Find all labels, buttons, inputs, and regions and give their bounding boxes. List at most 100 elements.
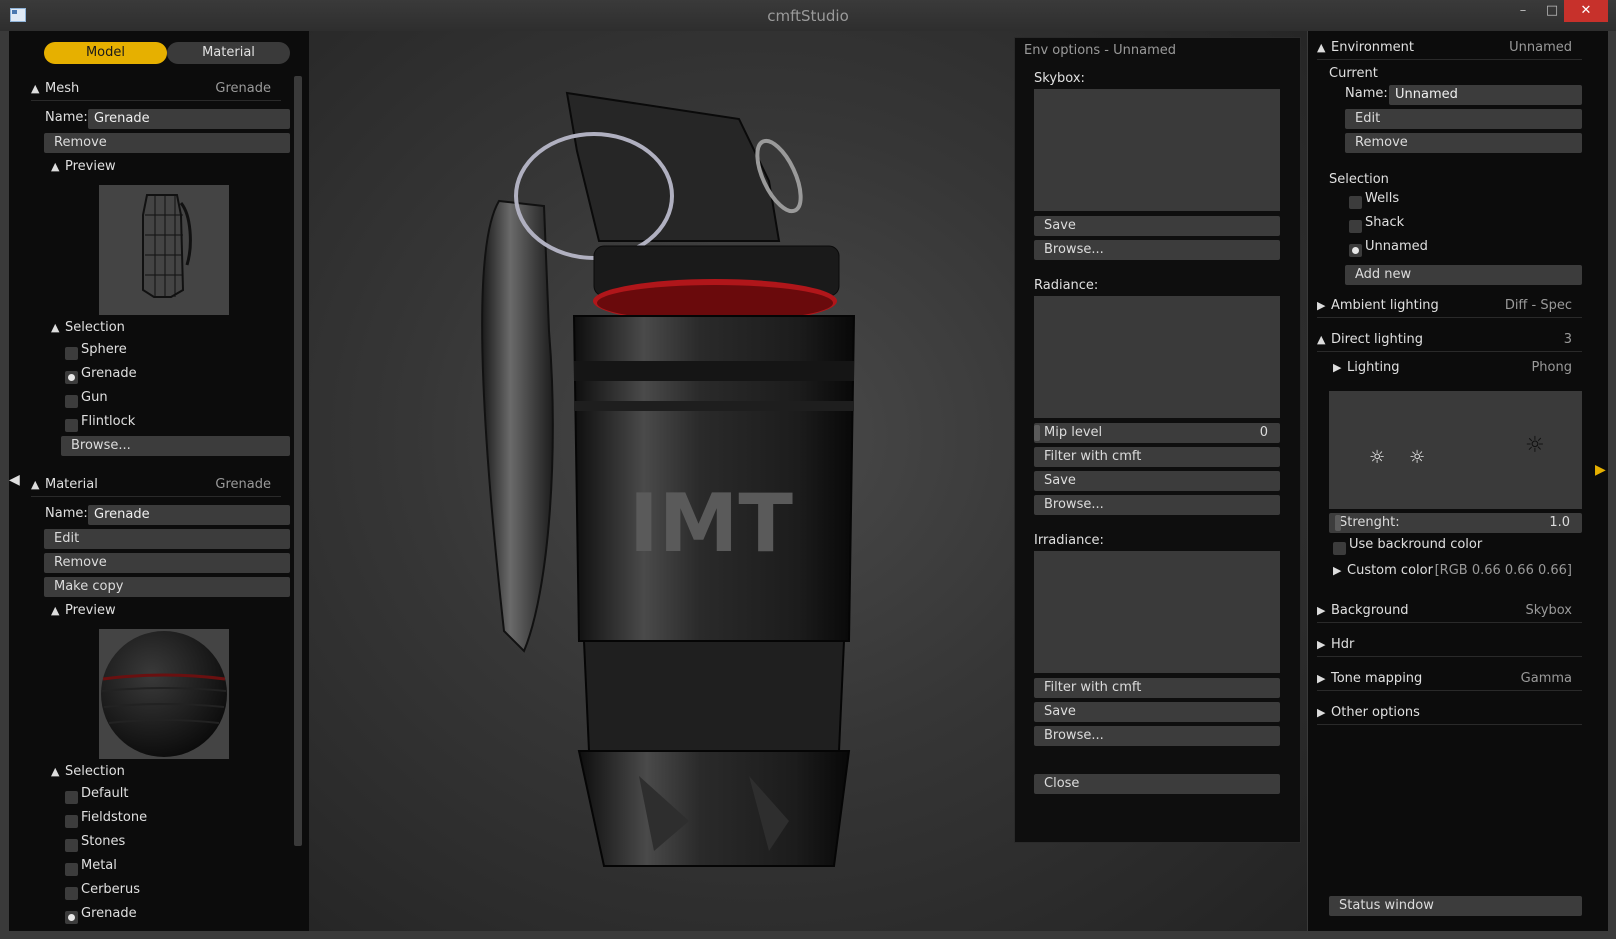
mip-level-value: 0 [1259, 425, 1268, 440]
ambient-lighting-header[interactable]: ▶ Ambient lighting Diff - Spec [1317, 295, 1582, 318]
expand-right-panel-arrow-icon[interactable]: ▶ [1595, 462, 1606, 478]
env-remove-button[interactable]: Remove [1345, 133, 1582, 153]
mesh-option-gun[interactable]: Gun [81, 388, 108, 408]
use-background-color-label[interactable]: Use backround color [1349, 535, 1482, 555]
mesh-header[interactable]: ▲ Mesh Grenade [31, 78, 281, 101]
material-option-cerberus[interactable]: Cerberus [81, 880, 140, 900]
light-placement-area[interactable]: ☼ ☼ ☼ [1329, 391, 1582, 509]
material-make-copy-button[interactable]: Make copy [44, 577, 290, 597]
material-option-default[interactable]: Default [81, 784, 129, 804]
radiance-preview [1034, 296, 1280, 418]
skybox-browse-button[interactable]: Browse... [1034, 240, 1280, 260]
status-window-button[interactable]: Status window [1329, 896, 1582, 916]
material-preview-label: Preview [65, 603, 116, 618]
lighting-value: Phong [1531, 360, 1572, 375]
other-options-header[interactable]: ▶ Other options [1317, 702, 1582, 725]
light-sun-icon[interactable]: ☼ [1369, 447, 1385, 468]
material-option-grenade[interactable]: Grenade [81, 904, 137, 924]
mesh-remove-button[interactable]: Remove [44, 133, 290, 153]
expand-triangle-icon: ▶ [1317, 604, 1326, 617]
direct-lighting-header[interactable]: ▲ Direct lighting 3 [1317, 329, 1582, 352]
material-option-metal[interactable]: Metal [81, 856, 117, 876]
irradiance-filter-button[interactable]: Filter with cmft [1034, 678, 1280, 698]
env-add-new-button[interactable]: Add new [1345, 265, 1582, 285]
material-option-grenade-checkbox[interactable] [65, 911, 78, 924]
material-option-stones-checkbox[interactable] [65, 839, 78, 852]
material-selection-header[interactable]: ▲ Selection [51, 762, 125, 782]
material-header[interactable]: ▲ Material Grenade [31, 474, 281, 497]
background-header[interactable]: ▶ Background Skybox [1317, 600, 1582, 623]
mesh-option-sphere[interactable]: Sphere [81, 340, 127, 360]
env-option-wells-checkbox[interactable] [1349, 196, 1362, 209]
lighting-label: Lighting [1347, 360, 1400, 375]
mesh-option-flintlock-checkbox[interactable] [65, 419, 78, 432]
env-option-wells[interactable]: Wells [1365, 189, 1399, 209]
material-option-metal-checkbox[interactable] [65, 863, 78, 876]
irradiance-save-button[interactable]: Save [1034, 702, 1280, 722]
radiance-save-button[interactable]: Save [1034, 471, 1280, 491]
collapse-left-panel-arrow-icon[interactable]: ◀ [9, 472, 20, 488]
mesh-name-field[interactable]: Grenade [88, 109, 290, 129]
collapse-triangle-icon: ▲ [51, 160, 60, 173]
direct-lighting-value: 3 [1563, 332, 1572, 347]
custom-color-value: [RGB 0.66 0.66 0.66] [1434, 563, 1572, 578]
env-edit-button[interactable]: Edit [1345, 109, 1582, 129]
material-edit-button[interactable]: Edit [44, 529, 290, 549]
skybox-save-button[interactable]: Save [1034, 216, 1280, 236]
env-option-shack-checkbox[interactable] [1349, 220, 1362, 233]
material-option-cerberus-checkbox[interactable] [65, 887, 78, 900]
close-window-button[interactable]: ✕ [1564, 0, 1608, 22]
mip-slider-handle[interactable] [1034, 425, 1040, 441]
mesh-option-sphere-checkbox[interactable] [65, 347, 78, 360]
strength-slider-handle[interactable] [1335, 515, 1341, 531]
environment-header[interactable]: ▲ Environment Unnamed [1317, 37, 1582, 60]
material-preview-header[interactable]: ▲ Preview [51, 601, 116, 621]
expand-triangle-icon: ▶ [1333, 564, 1342, 577]
mesh-option-gun-checkbox[interactable] [65, 395, 78, 408]
custom-color-subheader[interactable]: ▶ Custom color [RGB 0.66 0.66 0.66] [1333, 561, 1582, 581]
env-selection-label: Selection [1329, 172, 1389, 187]
light-sun-icon[interactable]: ☼ [1525, 433, 1545, 458]
current-label: Current [1329, 66, 1378, 81]
tab-model[interactable]: Model [44, 42, 167, 64]
left-scrollbar[interactable] [294, 76, 302, 846]
strength-label: Strenght: [1339, 515, 1400, 530]
mesh-preview-label: Preview [65, 159, 116, 174]
window-title: cmftStudio [767, 7, 849, 25]
expand-triangle-icon: ▶ [1317, 706, 1326, 719]
mesh-option-flintlock[interactable]: Flintlock [81, 412, 135, 432]
maximize-button[interactable]: □ [1537, 0, 1567, 22]
material-option-stones[interactable]: Stones [81, 832, 125, 852]
minimize-button[interactable]: – [1508, 0, 1538, 22]
irradiance-browse-button[interactable]: Browse... [1034, 726, 1280, 746]
strength-slider[interactable]: Strenght: 1.0 [1329, 513, 1582, 533]
hdr-header[interactable]: ▶ Hdr [1317, 634, 1582, 657]
material-option-fieldstone-checkbox[interactable] [65, 815, 78, 828]
mesh-option-grenade-checkbox[interactable] [65, 371, 78, 384]
material-remove-button[interactable]: Remove [44, 553, 290, 573]
left-panel: Model Material ▲ Mesh Grenade Name: Grena… [9, 31, 309, 931]
mesh-option-grenade[interactable]: Grenade [81, 364, 137, 384]
hdr-label: Hdr [1331, 637, 1355, 652]
material-option-fieldstone[interactable]: Fieldstone [81, 808, 147, 828]
mesh-preview-header[interactable]: ▲ Preview [51, 157, 116, 177]
env-dialog-close-button[interactable]: Close [1034, 774, 1280, 794]
mesh-browse-button[interactable]: Browse... [61, 436, 290, 456]
light-sun-icon[interactable]: ☼ [1409, 447, 1425, 468]
radiance-browse-button[interactable]: Browse... [1034, 495, 1280, 515]
env-option-unnamed-checkbox[interactable] [1349, 244, 1362, 257]
mip-level-slider[interactable]: Mip level 0 [1034, 423, 1280, 443]
skybox-label: Skybox: [1034, 71, 1085, 86]
material-preview-image [99, 629, 229, 759]
tab-material[interactable]: Material [167, 42, 290, 64]
env-option-unnamed[interactable]: Unnamed [1365, 237, 1428, 257]
lighting-subheader[interactable]: ▶ Lighting Phong [1333, 358, 1582, 378]
mesh-selection-header[interactable]: ▲ Selection [51, 318, 125, 338]
use-background-color-checkbox[interactable] [1333, 542, 1346, 555]
env-name-field[interactable]: Unnamed [1389, 85, 1582, 105]
env-option-shack[interactable]: Shack [1365, 213, 1404, 233]
radiance-filter-button[interactable]: Filter with cmft [1034, 447, 1280, 467]
tone-mapping-header[interactable]: ▶ Tone mapping Gamma [1317, 668, 1582, 691]
material-option-default-checkbox[interactable] [65, 791, 78, 804]
material-name-field[interactable]: Grenade [88, 505, 290, 525]
